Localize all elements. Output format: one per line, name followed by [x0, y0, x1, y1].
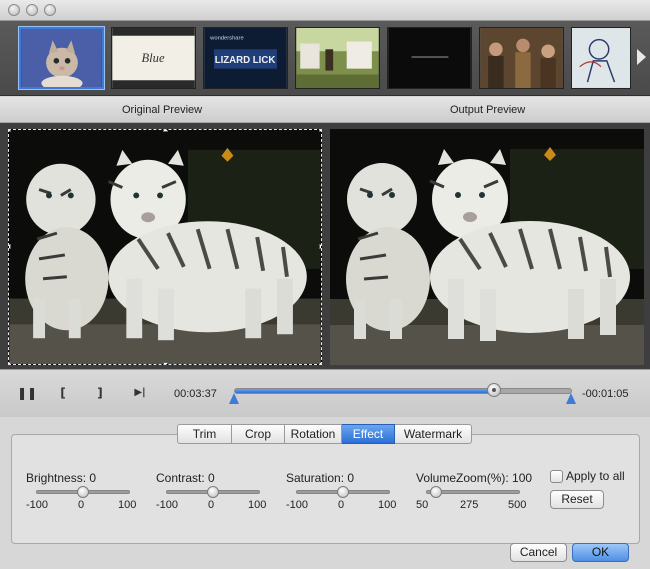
tab-watermark[interactable]: Watermark [395, 424, 472, 444]
thumbnail-blue-title[interactable]: Blue [111, 27, 196, 89]
tab-trim[interactable]: Trim [177, 424, 232, 444]
pause-button[interactable]: ❚❚ [17, 386, 37, 400]
close-window-button[interactable] [8, 4, 20, 16]
title-bar [0, 0, 650, 21]
brightness-mid: 0 [78, 499, 85, 511]
saturation-label: Saturation: 0 [286, 471, 355, 485]
crowd-thumbnail-image [480, 28, 563, 88]
crop-handle-bottom[interactable] [163, 362, 168, 364]
trim-end-marker[interactable] [566, 393, 576, 404]
volume-zoom-max: 500 [508, 499, 527, 511]
brightness-slider-knob[interactable] [77, 486, 89, 498]
timeline-progress [235, 389, 494, 393]
saturation-slider-knob[interactable] [337, 486, 349, 498]
output-preview-image [330, 129, 644, 365]
chevron-right-icon[interactable] [637, 49, 646, 65]
thumbnail-dark-scene[interactable] [387, 27, 472, 89]
ok-button[interactable]: OK [572, 543, 629, 562]
drawing-thumbnail-image [572, 28, 630, 88]
timeline-track[interactable] [234, 388, 572, 394]
tab-crop[interactable]: Crop [232, 424, 285, 444]
mark-out-button[interactable]: ] [93, 386, 107, 400]
saturation-mid: 0 [338, 499, 345, 511]
crop-handle-top-left[interactable] [9, 130, 11, 132]
crop-handle-left[interactable] [9, 244, 11, 249]
blue-title-thumbnail-image: Blue [112, 28, 195, 88]
crop-handle-right[interactable] [319, 244, 321, 249]
saturation-min: -100 [286, 499, 309, 511]
saturation-max: 100 [378, 499, 397, 511]
output-preview-label: Output Preview [450, 104, 526, 116]
outdoor-thumbnail-image [296, 28, 379, 88]
remaining-time: -00:01:05 [582, 388, 629, 400]
zoom-window-button[interactable] [44, 4, 56, 16]
apply-to-all-checkbox[interactable] [550, 470, 563, 483]
original-preview-label: Original Preview [122, 104, 203, 116]
preview-area [0, 123, 650, 369]
contrast-label: Contrast: 0 [156, 471, 215, 485]
dark-thumbnail-image [388, 28, 471, 88]
edit-tabs: Trim Crop Rotation Effect Watermark [177, 424, 472, 444]
effect-settings-group: Brightness: 0 -100 0 100 Contrast: 0 -10… [11, 434, 640, 544]
brightness-label: Brightness: 0 [26, 471, 97, 485]
thumbnail-drawing[interactable] [571, 27, 631, 89]
original-preview-pane[interactable] [8, 129, 322, 365]
volume-zoom-slider-knob[interactable] [430, 486, 443, 498]
brightness-max: 100 [118, 499, 137, 511]
wondershare-caption: wondershare [209, 36, 244, 42]
crop-handle-bottom-right[interactable] [319, 362, 321, 364]
volume-zoom-min: 50 [416, 499, 429, 511]
tab-effect[interactable]: Effect [342, 424, 395, 444]
preview-header: Original Preview Output Preview [0, 97, 650, 123]
crop-handle-top-right[interactable] [319, 130, 321, 132]
lizard-lick-title-text: LIZARD LICK [215, 55, 276, 66]
minimize-window-button[interactable] [26, 4, 38, 16]
blue-title-text: Blue [141, 51, 164, 65]
playback-controls: ❚❚ [ ] ▶| 00:03:37 -00:01:05 [0, 369, 650, 417]
contrast-mid: 0 [208, 499, 215, 511]
next-frame-button[interactable]: ▶| [131, 387, 149, 398]
cancel-button[interactable]: Cancel [510, 543, 567, 562]
thumbnail-crowd-scene[interactable] [479, 27, 564, 89]
crop-handle-top[interactable] [163, 130, 168, 132]
volume-zoom-label: VolumeZoom(%): 100 [416, 471, 533, 485]
thumbnail-kitten[interactable] [19, 27, 104, 89]
current-time: 00:03:37 [174, 388, 217, 400]
thumbnail-lizard-lick[interactable]: wondershare LIZARD LICK [203, 27, 288, 89]
brightness-min: -100 [26, 499, 49, 511]
thumbnail-outdoor-scene[interactable] [295, 27, 380, 89]
crop-handle-bottom-left[interactable] [9, 362, 11, 364]
tab-rotation[interactable]: Rotation [285, 424, 342, 444]
lizard-lick-thumbnail-image: wondershare LIZARD LICK [204, 28, 287, 88]
timeline-playhead[interactable] [487, 383, 502, 397]
contrast-min: -100 [156, 499, 179, 511]
kitten-thumbnail-image [21, 29, 102, 87]
contrast-slider-knob[interactable] [207, 486, 219, 498]
mark-in-button[interactable]: [ [56, 386, 70, 400]
apply-to-all-label: Apply to all [566, 469, 625, 483]
trim-start-marker[interactable] [229, 393, 239, 404]
output-preview-pane [330, 129, 644, 365]
contrast-max: 100 [248, 499, 267, 511]
edit-panel: Trim Crop Rotation Effect Watermark Brig… [0, 417, 650, 569]
reset-button[interactable]: Reset [550, 490, 604, 509]
clip-filmstrip: Blue wondershare LIZARD LICK [0, 21, 650, 96]
volume-zoom-mid: 275 [460, 499, 479, 511]
original-preview-image [9, 130, 321, 364]
